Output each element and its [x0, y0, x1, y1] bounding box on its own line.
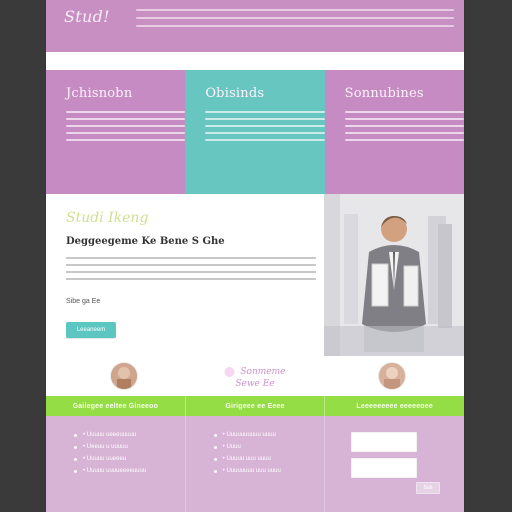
column-lines-2 [205, 111, 325, 141]
column-line [205, 118, 325, 120]
green-bar-item-3[interactable]: Leeeeeeeee eeeeeoee [325, 396, 464, 416]
feature-text-lines [66, 257, 316, 280]
profiles-row: Sonmeme Sewe Ee [46, 356, 464, 396]
list-bullet-icon [74, 433, 77, 437]
feature-heading: Deggeegeme Ke Bene S Ghe [66, 236, 225, 247]
column-lines-1 [66, 111, 186, 141]
bottom-list-text: • Ueeuu u uuuuu [83, 444, 128, 450]
feature-section: Studi Ikeng Deggeegeme Ke Bene S Ghe Sib… [46, 194, 464, 356]
feature-text-line [66, 278, 316, 280]
avatar-left [110, 362, 138, 390]
list-bullet-icon [213, 469, 217, 473]
bottom-list-text: • Uuuu [222, 444, 241, 450]
feature-text-line [66, 264, 316, 266]
column-title-3: Sonnubines [344, 86, 424, 101]
bottom-list-item[interactable]: • Uuuuuuuu uuu uuuu [213, 468, 325, 474]
submit-button[interactable]: Sub [416, 482, 441, 494]
column-3: Sonnubines [324, 70, 464, 194]
column-line [205, 111, 325, 113]
feature-script-heading: Studi Ikeng [66, 210, 149, 226]
column-title-2: Obisinds [205, 86, 265, 101]
column-1: Jchisnobn [46, 70, 186, 194]
bottom-list-text: • Uuuuu uuuueeeeuuuu [83, 468, 147, 474]
bottom-list-item[interactable]: • Uuuuu uuuueeeeuuuu [74, 468, 185, 474]
bottom-list-item[interactable]: • Uuuuuuuuuu uuuu [213, 432, 325, 438]
website-mockup: Stud! Jchisnobn Obisinds Sonnubines Stud… [46, 0, 464, 512]
photo-illustration [324, 194, 464, 356]
column-line [344, 118, 464, 120]
column-line [344, 125, 464, 127]
feature-columns: Jchisnobn Obisinds Sonnubines [46, 70, 464, 194]
avatar-right [378, 362, 406, 390]
column-line [344, 111, 464, 113]
column-line [344, 139, 464, 141]
contact-field-2[interactable] [351, 458, 418, 478]
header-line [136, 9, 454, 11]
column-line [66, 125, 186, 127]
feature-text-line [66, 257, 316, 259]
column-line [66, 118, 186, 120]
header-strip [46, 52, 464, 70]
bottom-list-item[interactable]: • Uuuuu uueeeu [74, 456, 185, 462]
feature-content: Studi Ikeng Deggeegeme Ke Bene S Ghe Sib… [66, 210, 316, 338]
avatar-left-image [111, 363, 137, 389]
profile-script-label: Sonmeme Sewe Ee [224, 366, 286, 390]
column-line [205, 125, 325, 127]
bottom-list-item[interactable]: • Ueeuu u uuuuu [74, 444, 185, 450]
column-lines-3 [344, 111, 464, 141]
list-bullet-icon [213, 433, 217, 437]
green-bar-item-1[interactable]: Gailegee eeltee Gineeoo [46, 396, 186, 416]
bottom-list-text: • Uuuuuuuuuu uuuu [222, 432, 276, 438]
list-bullet-icon [213, 445, 217, 449]
list-bullet-icon [74, 445, 77, 449]
column-line [66, 139, 186, 141]
column-line [66, 111, 186, 113]
header-bar: Stud! [46, 0, 464, 52]
green-navigation-bar: Gailegee eeltee Gineeoo Girigeee ee Eeee… [46, 396, 464, 416]
feature-button[interactable]: Leeaneem [66, 322, 116, 338]
column-line [344, 132, 464, 134]
list-bullet-icon [74, 457, 77, 461]
hero-photo [324, 194, 464, 356]
bottom-list-text: • Uuuuu uuu uuuu [222, 456, 271, 462]
profile-script-2: Sewe Ee [235, 379, 275, 389]
bottom-list-text: • Uuuuu uueeeu [83, 456, 127, 462]
green-bar-item-2[interactable]: Girigeee ee Eeee [186, 396, 326, 416]
contact-field-1[interactable] [351, 432, 418, 452]
bottom-list-2: • Uuuuuuuuuu uuuu • Uuuu • Uuuuu uuu uuu… [184, 416, 325, 512]
header-line [136, 17, 454, 19]
column-2: Obisinds [185, 70, 325, 194]
bottom-list-item[interactable]: • Uuuuu uuu uuuu [213, 456, 325, 462]
bottom-list-1: • Uuuuu ueeeuuuuu • Ueeuu u uuuuu • Uuuu… [46, 416, 185, 512]
profile-icon [224, 366, 235, 377]
column-line [205, 139, 325, 141]
avatar-right-image [379, 363, 405, 389]
column-line [205, 132, 325, 134]
bottom-section: • Uuuuu ueeeuuuuu • Ueeuu u uuuuu • Uuuu… [46, 416, 464, 512]
bottom-list-text: • Uuuuuuuu uuu uuuu [222, 468, 281, 474]
header-placeholder-lines [136, 9, 454, 31]
bottom-list-text: • Uuuuu ueeeuuuuu [83, 432, 137, 438]
list-bullet-icon [213, 457, 217, 461]
column-line [66, 132, 186, 134]
header-line [136, 25, 454, 27]
bottom-form: Sub [324, 416, 464, 512]
logo: Stud! [64, 7, 110, 26]
bottom-list-item[interactable]: • Uuuu [213, 444, 325, 450]
feature-label: Sibe ga Ee [66, 298, 101, 305]
list-bullet-icon [74, 469, 77, 473]
column-title-1: Jchisnobn [66, 86, 133, 101]
profile-script-1: Sonmeme [240, 367, 286, 377]
feature-text-line [66, 271, 316, 273]
bottom-list-item[interactable]: • Uuuuu ueeeuuuuu [74, 432, 185, 438]
